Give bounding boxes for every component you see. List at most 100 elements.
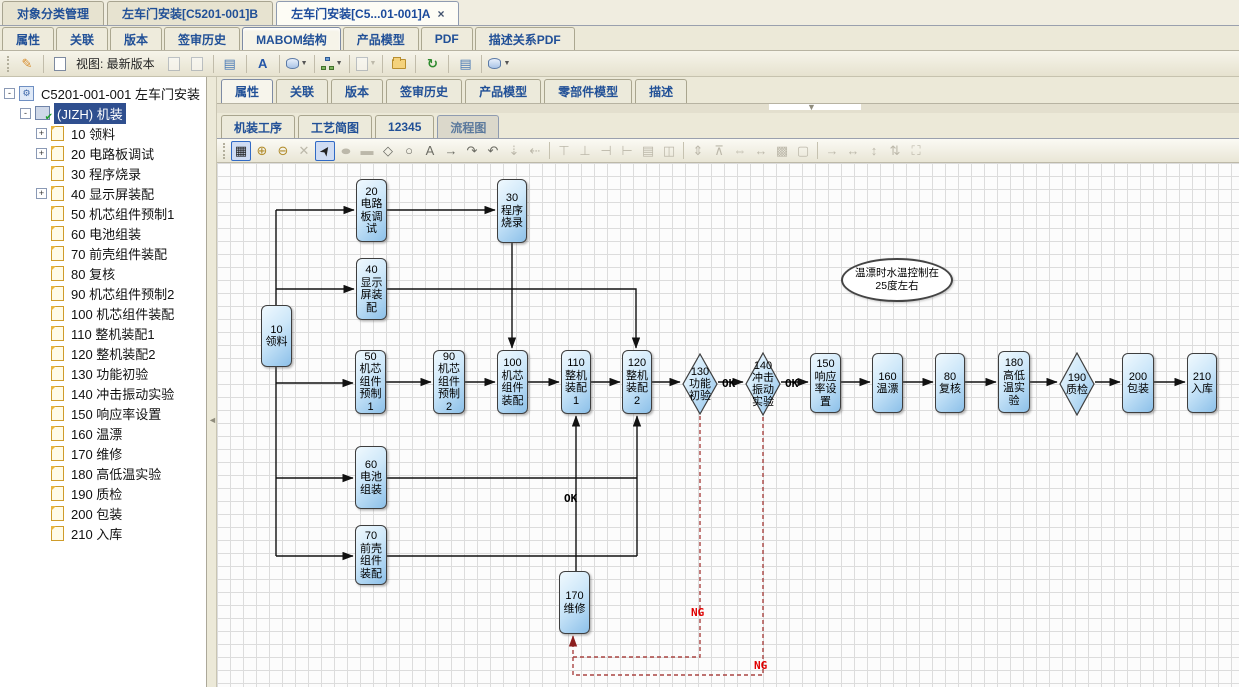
tree-item-12[interactable]: 130 功能初验 <box>0 363 206 383</box>
panel-tab-0[interactable]: 属性 <box>221 79 273 103</box>
flow-node-180[interactable]: 180 高低 温实 验 <box>998 351 1030 413</box>
tree-item-9[interactable]: 100 机芯组件装配 <box>0 303 206 323</box>
close-icon[interactable]: × <box>437 7 444 21</box>
tree-item-2[interactable]: 30 程序烧录 <box>0 163 206 183</box>
font-icon[interactable]: A <box>253 54 273 74</box>
flow-node-80[interactable]: 80 复核 <box>935 353 965 413</box>
flow-node-160[interactable]: 160 温漂 <box>872 353 903 413</box>
circle-tool-icon[interactable]: ○ <box>399 141 419 161</box>
sub-tab-3[interactable]: 流程图 <box>437 115 499 138</box>
dropdown-arrow-icon[interactable]: ▼ <box>336 60 343 67</box>
folder-search-icon[interactable] <box>389 54 409 74</box>
flow-decision-140[interactable]: 140 冲击 振动 实验 <box>745 352 781 416</box>
panel-tab-6[interactable]: 描述 <box>635 79 687 103</box>
tree-expander-icon[interactable]: - <box>4 88 15 99</box>
sub-tab-1[interactable]: 工艺简图 <box>298 115 372 138</box>
panel-tab-1[interactable]: 关联 <box>276 79 328 103</box>
tree-item-19[interactable]: 200 包装 <box>0 503 206 523</box>
doc-tab-0[interactable]: 对象分类管理 <box>2 1 104 25</box>
database-edit-icon[interactable]: ▼ <box>488 54 510 74</box>
doc-tab-1[interactable]: 左车门安装[C5201-001]B <box>107 1 273 25</box>
flow-node-150[interactable]: 150 响应 率设 置 <box>810 353 841 413</box>
collapse-arrow-icon[interactable]: ▼ <box>807 102 816 112</box>
flow-node-110[interactable]: 110 整机 装配 1 <box>561 350 591 414</box>
sub-tab-0[interactable]: 机装工序 <box>221 115 295 138</box>
tree-item-4[interactable]: 50 机芯组件预制1 <box>0 203 206 223</box>
table-edit-icon[interactable]: ▤ <box>220 54 240 74</box>
flow-node-170[interactable]: 170 维修 <box>559 571 590 634</box>
tree-item-18[interactable]: 190 质检 <box>0 483 206 503</box>
panel-splitter[interactable]: ◄ <box>207 77 217 687</box>
tree-expander-icon[interactable]: + <box>36 128 47 139</box>
doc-tab-2[interactable]: 左车门安装[C5...01-001]A× <box>276 1 459 25</box>
zoom-out-icon[interactable]: ⊖ <box>273 141 293 161</box>
flow-node-20[interactable]: 20 电路 板调 试 <box>356 179 387 242</box>
panel-tab-5[interactable]: 零部件模型 <box>544 79 632 103</box>
tree-item-15[interactable]: 160 温漂 <box>0 423 206 443</box>
database-icon[interactable]: ▼ <box>286 54 308 74</box>
dropdown-arrow-icon[interactable]: ▼ <box>503 60 510 67</box>
tree-item-1[interactable]: +20 电路板调试 <box>0 143 206 163</box>
sub-tab-2[interactable]: 12345 <box>375 115 434 138</box>
flow-decision-130[interactable]: 130 功能 初验 <box>682 353 718 415</box>
tree-item-10[interactable]: 110 整机装配1 <box>0 323 206 343</box>
flow-node-210[interactable]: 210 入库 <box>1187 353 1217 413</box>
tree-group-item[interactable]: -(JIZH) 机装 <box>0 103 206 123</box>
arrow-tool-icon[interactable]: → <box>441 141 461 161</box>
tree-expander-icon[interactable]: + <box>36 148 47 159</box>
tree-item-16[interactable]: 170 维修 <box>0 443 206 463</box>
flowchart-canvas[interactable]: 10 领料 20 电路 板调 试 30 程序 烧录 40 显示 屏装 配 50 机芯 组… <box>217 163 1239 687</box>
tree-expander-icon[interactable]: + <box>36 188 47 199</box>
flow-node-10[interactable]: 10 领料 <box>261 305 292 367</box>
ribbon-tab-2[interactable]: 版本 <box>110 27 162 50</box>
tree-item-7[interactable]: 80 复核 <box>0 263 206 283</box>
grid-view-icon[interactable]: ▦ <box>231 141 251 161</box>
flow-decision-190[interactable]: 190 质检 <box>1059 352 1095 416</box>
uturn-arrow-tool-icon[interactable]: ↷ <box>462 141 482 161</box>
flow-node-200[interactable]: 200 包装 <box>1122 353 1154 413</box>
tree-item-5[interactable]: 60 电池组装 <box>0 223 206 243</box>
tree-item-20[interactable]: 210 入库 <box>0 523 206 543</box>
flow-node-120[interactable]: 120 整机 装配 2 <box>622 350 652 414</box>
table-edit2-icon[interactable]: ▤ <box>455 54 475 74</box>
panel-tab-4[interactable]: 产品模型 <box>465 79 541 103</box>
flow-node-50[interactable]: 50 机芯 组件 预制 1 <box>355 350 386 414</box>
diamond-tool-icon[interactable]: ◇ <box>378 141 398 161</box>
edit-pencil-icon[interactable]: ✎ <box>17 54 37 74</box>
curve-arrow-tool-icon[interactable]: ↶ <box>483 141 503 161</box>
flow-node-30[interactable]: 30 程序 烧录 <box>497 179 527 243</box>
tree-item-14[interactable]: 150 响应率设置 <box>0 403 206 423</box>
new-document-icon[interactable] <box>50 54 70 74</box>
ribbon-tab-6[interactable]: PDF <box>421 27 473 50</box>
flow-node-100[interactable]: 100 机芯 组件 装配 <box>497 350 528 414</box>
flow-node-70[interactable]: 70 前壳 组件 装配 <box>355 525 387 585</box>
ribbon-tab-7[interactable]: 描述关系PDF <box>475 27 575 50</box>
text-tool-icon[interactable]: A <box>420 141 440 161</box>
panel-tab-2[interactable]: 版本 <box>331 79 383 103</box>
hierarchy-icon[interactable]: ▼ <box>321 54 343 74</box>
refresh-icon[interactable]: ↻ <box>422 54 442 74</box>
ribbon-tab-3[interactable]: 签审历史 <box>164 27 240 50</box>
dropdown-arrow-icon[interactable]: ▼ <box>301 60 308 67</box>
tree-expander-icon[interactable]: - <box>20 108 31 119</box>
tree-item-11[interactable]: 120 整机装配2 <box>0 343 206 363</box>
tree-item-17[interactable]: 180 高低温实验 <box>0 463 206 483</box>
tree-item-3[interactable]: +40 显示屏装配 <box>0 183 206 203</box>
tree-item-0[interactable]: +10 领料 <box>0 123 206 143</box>
tree-item-8[interactable]: 90 机芯组件预制2 <box>0 283 206 303</box>
ribbon-tab-1[interactable]: 关联 <box>56 27 108 50</box>
flow-node-40[interactable]: 40 显示 屏装 配 <box>356 258 387 320</box>
panel-tab-3[interactable]: 签审历史 <box>386 79 462 103</box>
zoom-in-icon[interactable]: ⊕ <box>252 141 272 161</box>
ribbon-tab-5[interactable]: 产品模型 <box>343 27 419 50</box>
select-cursor-icon[interactable]: ➤ <box>315 141 335 161</box>
splitter-collapse-icon[interactable]: ◄ <box>208 415 217 425</box>
flow-node-90[interactable]: 90 机芯 组件 预制 2 <box>433 350 465 414</box>
horizontal-collapse-bar[interactable]: ▼ <box>217 104 1239 113</box>
annotation-ellipse[interactable]: 温漂时水温控制在 25度左右 <box>841 258 953 302</box>
tree-root-item[interactable]: -⚙C5201-001-001 左车门安装 <box>0 83 206 103</box>
tree-item-6[interactable]: 70 前壳组件装配 <box>0 243 206 263</box>
ribbon-tab-4[interactable]: MABOM结构 <box>242 27 341 50</box>
tree-item-13[interactable]: 140 冲击振动实验 <box>0 383 206 403</box>
flow-node-60[interactable]: 60 电池 组装 <box>355 446 387 509</box>
